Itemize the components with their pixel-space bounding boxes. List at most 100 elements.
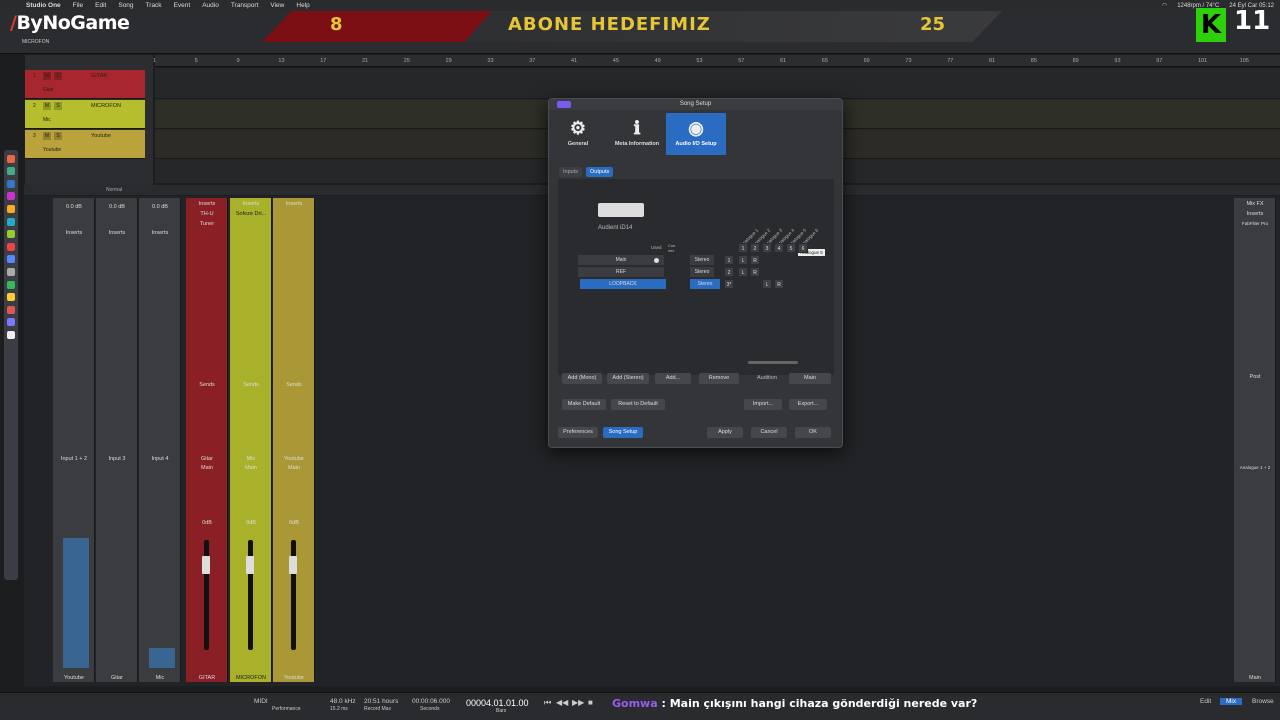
output-row-main[interactable]: Main bbox=[578, 255, 664, 265]
app-icon[interactable] bbox=[7, 255, 15, 264]
wifi-icon[interactable]: ◠ bbox=[1162, 2, 1167, 9]
track-input[interactable]: Youtube bbox=[43, 147, 61, 153]
menu-event[interactable]: Event bbox=[174, 2, 191, 9]
output-type[interactable]: Stereo bbox=[690, 255, 714, 265]
sends-label[interactable]: Sends bbox=[273, 382, 315, 388]
routing-cell-right[interactable]: R bbox=[774, 279, 784, 289]
remove-button[interactable]: Remove bbox=[699, 373, 739, 384]
mix-fx-label[interactable]: Mix FX bbox=[1234, 201, 1276, 207]
export-button[interactable]: Export... bbox=[789, 399, 827, 410]
tab-meta-information[interactable]: ℹ Meta Information bbox=[607, 113, 667, 155]
inserts-label[interactable]: Inserts bbox=[1234, 211, 1276, 217]
subtab-outputs[interactable]: Outputs bbox=[586, 167, 614, 177]
back-icon[interactable]: ◀◀ bbox=[556, 698, 568, 707]
post-label[interactable]: Post bbox=[1234, 374, 1276, 380]
sends-label[interactable]: Sends bbox=[186, 382, 228, 388]
menu-track[interactable]: Track bbox=[146, 2, 162, 9]
app-icon[interactable] bbox=[7, 330, 15, 339]
mixer-mode[interactable]: Normal bbox=[106, 187, 122, 193]
routing-cell-left[interactable]: L bbox=[762, 279, 772, 289]
main-output[interactable]: Analogue 1 + 2 bbox=[1234, 465, 1276, 470]
reset-default-button[interactable]: Reset to Default bbox=[611, 399, 665, 410]
routing-cell-left[interactable]: L bbox=[738, 255, 748, 265]
insert-slot[interactable]: TH-U bbox=[186, 211, 228, 217]
solo-button[interactable]: S bbox=[54, 102, 62, 110]
rewind-icon[interactable]: ⏮ bbox=[544, 698, 551, 708]
track-lane[interactable] bbox=[155, 70, 1280, 99]
menu-help[interactable]: Help bbox=[296, 2, 309, 9]
add-mono-button[interactable]: Add (Mono) bbox=[562, 373, 602, 384]
output-row-loopback[interactable]: LOOPBACK bbox=[580, 279, 666, 289]
app-icon[interactable] bbox=[7, 267, 15, 276]
output-row-ref[interactable]: REF bbox=[578, 267, 664, 277]
track-row-youtube[interactable]: 3 MS Youtube Youtube bbox=[25, 130, 145, 159]
channel-output[interactable]: Main bbox=[273, 465, 315, 471]
channel-output[interactable]: Main bbox=[186, 465, 228, 471]
app-icon[interactable] bbox=[7, 167, 15, 176]
routing-cell-left[interactable]: L bbox=[738, 267, 748, 277]
track-name[interactable]: Youtube bbox=[91, 133, 111, 139]
app-icon[interactable] bbox=[7, 217, 15, 226]
app-icon[interactable] bbox=[7, 318, 15, 327]
channel-name[interactable]: Gitar bbox=[186, 456, 228, 462]
browse-view-button[interactable]: Browse bbox=[1252, 698, 1274, 705]
app-icon[interactable] bbox=[7, 242, 15, 251]
track-name[interactable]: GITAR bbox=[91, 73, 107, 79]
routing-cell-right[interactable]: R bbox=[750, 267, 760, 277]
insert-slot[interactable]: Sofeze Dri... bbox=[230, 211, 272, 217]
audition-select[interactable]: Main bbox=[789, 373, 831, 384]
app-icon[interactable] bbox=[7, 154, 15, 163]
midi-indicator[interactable]: MIDI bbox=[254, 698, 268, 705]
tab-audio-io-setup[interactable]: ◉ Audio I/O Setup bbox=[666, 113, 726, 155]
solo-button[interactable]: S bbox=[54, 132, 62, 140]
track-name[interactable]: MICROFON bbox=[91, 103, 121, 109]
inserts-label[interactable]: Inserts bbox=[53, 230, 95, 236]
inserts-label[interactable]: Inserts bbox=[230, 201, 272, 207]
tab-general[interactable]: ⚙ General bbox=[549, 113, 607, 155]
apply-button[interactable]: Apply bbox=[707, 427, 743, 438]
mute-button[interactable]: M bbox=[43, 132, 51, 140]
app-icon[interactable] bbox=[7, 179, 15, 188]
horizontal-scrollbar[interactable] bbox=[748, 361, 798, 364]
app-icon[interactable] bbox=[7, 230, 15, 239]
forward-icon[interactable]: ▶▶ bbox=[572, 698, 584, 707]
fader-cap[interactable] bbox=[246, 556, 254, 574]
sends-label[interactable]: Sends bbox=[230, 382, 272, 388]
make-default-button[interactable]: Make Default bbox=[562, 399, 606, 410]
mute-button[interactable]: M bbox=[43, 102, 51, 110]
inserts-label[interactable]: Inserts bbox=[96, 230, 138, 236]
used-indicator[interactable] bbox=[654, 258, 659, 263]
mix-view-button[interactable]: Mix bbox=[1220, 698, 1243, 705]
add-button[interactable]: Add... bbox=[655, 373, 691, 384]
import-button[interactable]: Import... bbox=[744, 399, 782, 410]
track-row-microfon[interactable]: 2 MS MICROFON Mic bbox=[25, 100, 145, 129]
menu-file[interactable]: File bbox=[73, 2, 83, 9]
menu-audio[interactable]: Audio bbox=[202, 2, 219, 9]
channel-name[interactable]: Youtube bbox=[273, 456, 315, 462]
output-type[interactable]: Stereo bbox=[690, 279, 720, 289]
add-stereo-button[interactable]: Add (Stereo) bbox=[607, 373, 649, 384]
track-row-gitar[interactable]: 1 MS GITAR Gitar bbox=[25, 70, 145, 99]
output-name[interactable]: REF bbox=[616, 269, 626, 275]
edit-view-button[interactable]: Edit bbox=[1200, 698, 1211, 705]
routing-cell-right[interactable]: R bbox=[750, 255, 760, 265]
cancel-button[interactable]: Cancel bbox=[751, 427, 787, 438]
channel-output[interactable]: Main bbox=[230, 465, 272, 471]
app-icon[interactable] bbox=[7, 280, 15, 289]
preferences-button[interactable]: Preferences bbox=[558, 427, 598, 438]
inserts-label[interactable]: Inserts bbox=[273, 201, 315, 207]
menu-view[interactable]: View bbox=[270, 2, 284, 9]
menu-edit[interactable]: Edit bbox=[95, 2, 106, 9]
menu-transport[interactable]: Transport bbox=[231, 2, 259, 9]
performance-label[interactable]: Performance bbox=[272, 706, 301, 712]
ok-button[interactable]: OK bbox=[795, 427, 831, 438]
output-type[interactable]: Stereo bbox=[690, 267, 714, 277]
app-icon[interactable] bbox=[7, 204, 15, 213]
song-setup-button[interactable]: Song Setup bbox=[603, 427, 643, 438]
track-input[interactable]: Gitar bbox=[43, 87, 54, 93]
insert-slot[interactable]: FabFilter Pro bbox=[1234, 221, 1276, 226]
fader-cap[interactable] bbox=[202, 556, 210, 574]
fader-cap[interactable] bbox=[289, 556, 297, 574]
inserts-label[interactable]: Inserts bbox=[139, 230, 181, 236]
menu-song[interactable]: Song bbox=[118, 2, 133, 9]
